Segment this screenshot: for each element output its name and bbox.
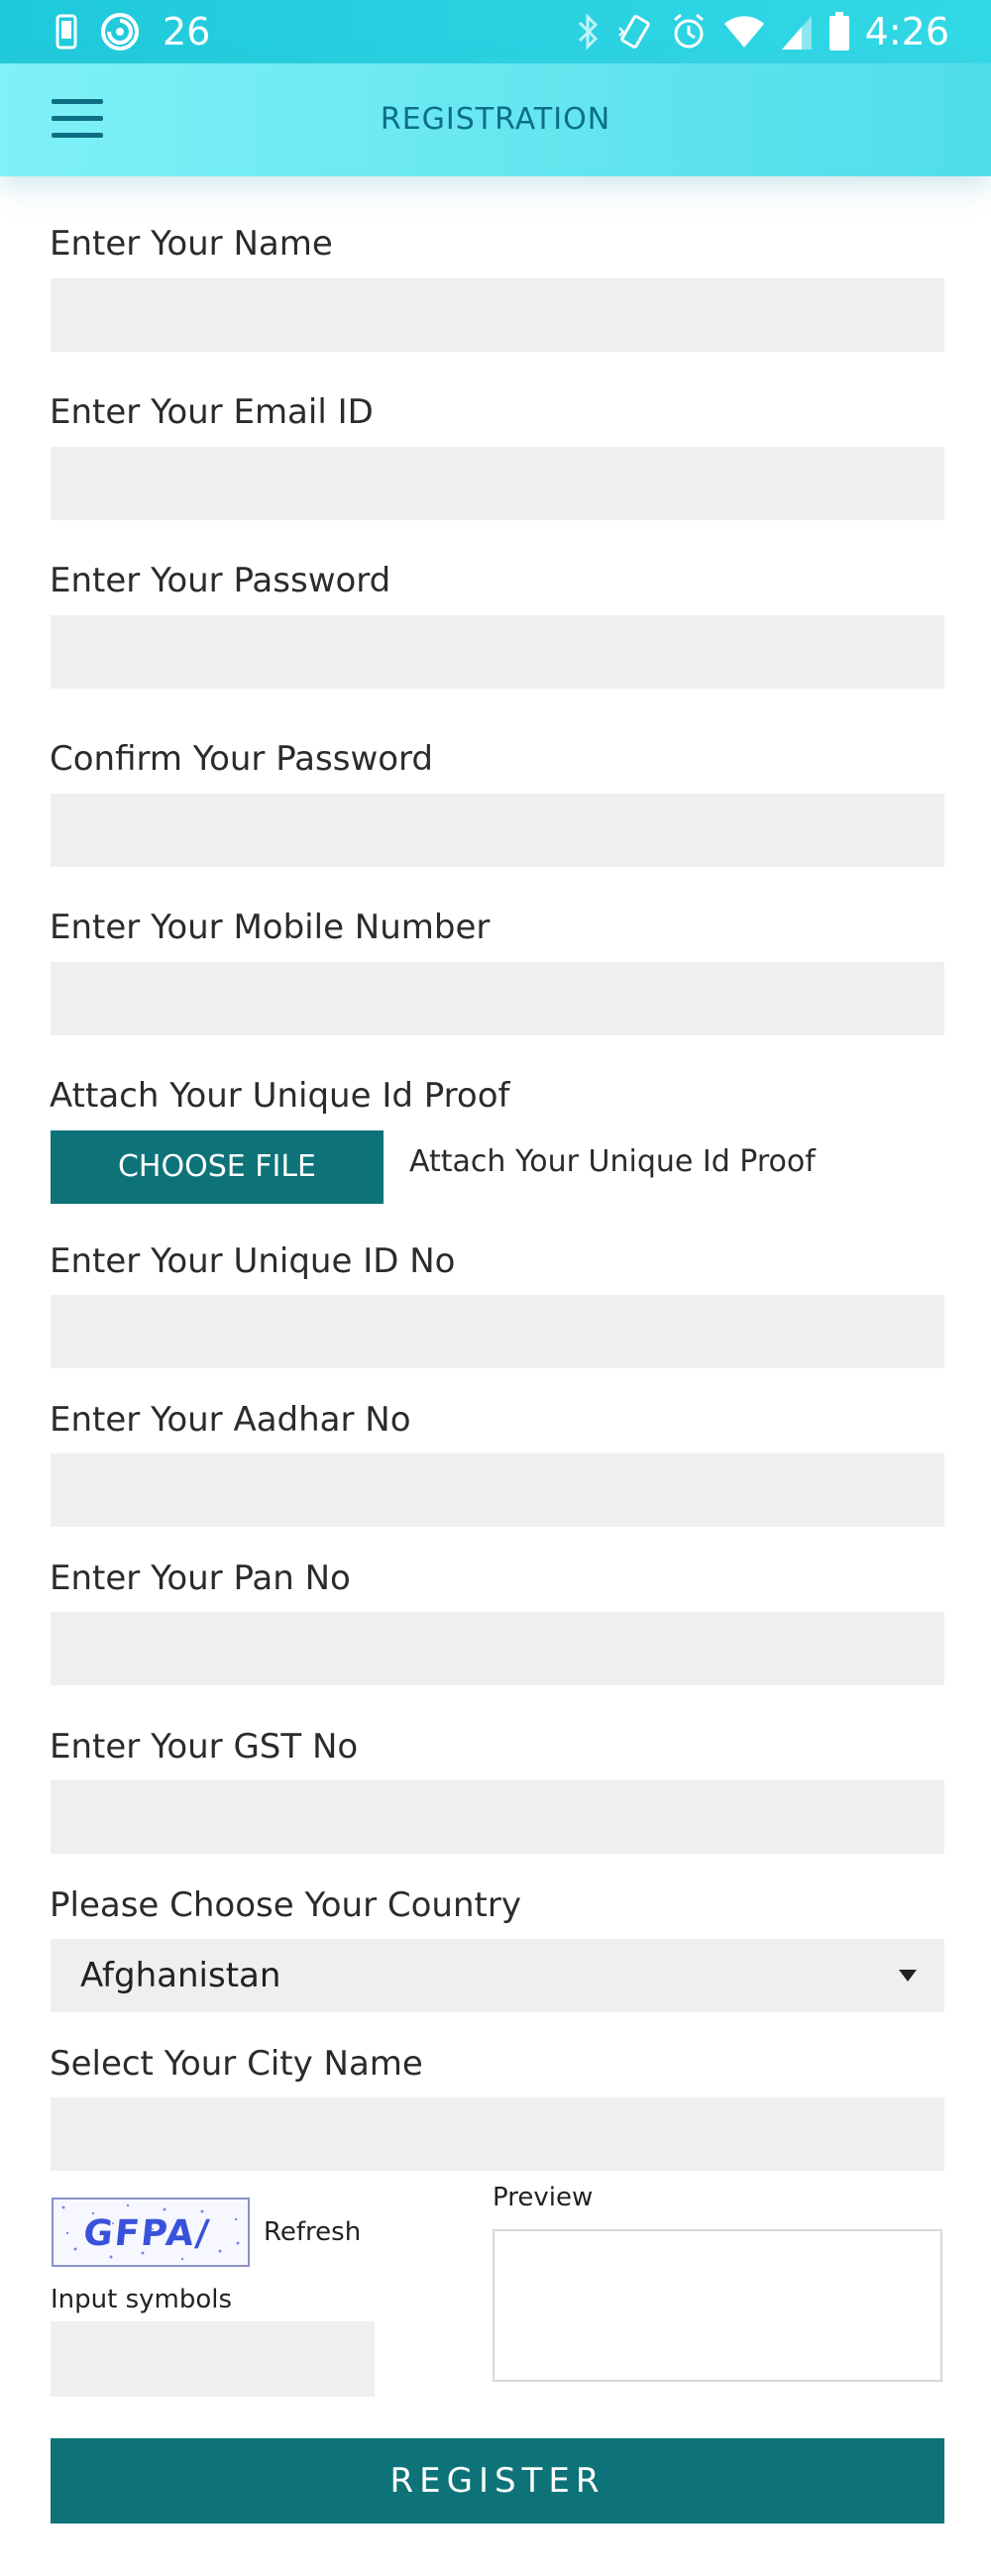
- email-label: Enter Your Email ID: [50, 392, 374, 432]
- phone-icon: [55, 14, 77, 50]
- wifi-icon: [723, 16, 764, 48]
- app-bar: REGISTRATION: [0, 63, 991, 176]
- password-input[interactable]: [51, 615, 944, 689]
- signal-icon: [781, 16, 812, 50]
- id-proof-label: Attach Your Unique Id Proof: [50, 1076, 510, 1116]
- unique-id-input[interactable]: [51, 1295, 944, 1368]
- pan-label: Enter Your Pan No: [50, 1558, 351, 1598]
- confirm-password-label: Confirm Your Password: [50, 739, 434, 779]
- aadhar-label: Enter Your Aadhar No: [50, 1400, 411, 1440]
- input-symbols-label: Input symbols: [51, 2285, 233, 2314]
- city-label: Select Your City Name: [50, 2044, 423, 2084]
- captcha-input[interactable]: [51, 2321, 375, 2397]
- id-proof-note: Attach Your Unique Id Proof: [409, 1144, 816, 1179]
- captcha-image: GFPA/: [52, 2198, 250, 2267]
- unique-id-label: Enter Your Unique ID No: [50, 1241, 456, 1281]
- name-label: Enter Your Name: [50, 224, 333, 264]
- country-select-value: Afghanistan: [80, 1956, 281, 1995]
- gst-label: Enter Your GST No: [50, 1727, 359, 1767]
- country-select[interactable]: Afghanistan: [51, 1939, 944, 2012]
- gst-input[interactable]: [51, 1780, 944, 1854]
- alarm-icon: [673, 13, 704, 49]
- city-input[interactable]: [51, 2097, 944, 2171]
- page-title: REGISTRATION: [380, 102, 611, 137]
- preview-label: Preview: [493, 2183, 594, 2212]
- status-bar-left: 26: [55, 0, 210, 63]
- mobile-label: Enter Your Mobile Number: [50, 908, 491, 947]
- confirm-password-input[interactable]: [51, 794, 944, 867]
- refresh-captcha-link[interactable]: Refresh: [264, 2217, 361, 2247]
- notification-swirl-icon: [101, 13, 139, 51]
- battery-icon: [828, 12, 849, 51]
- register-button[interactable]: REGISTER: [51, 2438, 944, 2523]
- clock: 4:26: [864, 10, 949, 54]
- mobile-input[interactable]: [51, 962, 944, 1035]
- password-label: Enter Your Password: [50, 561, 391, 600]
- status-bar: 26 4:26: [0, 0, 991, 63]
- pan-input[interactable]: [51, 1612, 944, 1685]
- dropdown-arrow-icon: [899, 1970, 917, 1982]
- status-bar-right: 4:26: [576, 0, 949, 63]
- choose-file-button[interactable]: CHOOSE FILE: [51, 1130, 384, 1204]
- preview-box: [493, 2229, 942, 2382]
- aadhar-input[interactable]: [51, 1453, 944, 1527]
- country-label: Please Choose Your Country: [50, 1885, 521, 1925]
- notification-count: 26: [163, 10, 211, 54]
- captcha-noise: GFPA/: [61, 2203, 240, 2261]
- email-input[interactable]: [51, 447, 944, 520]
- name-input[interactable]: [51, 278, 944, 352]
- vibrate-icon: [617, 15, 650, 49]
- captcha-text: GFPA/: [81, 2212, 213, 2254]
- bluetooth-icon: [578, 13, 598, 51]
